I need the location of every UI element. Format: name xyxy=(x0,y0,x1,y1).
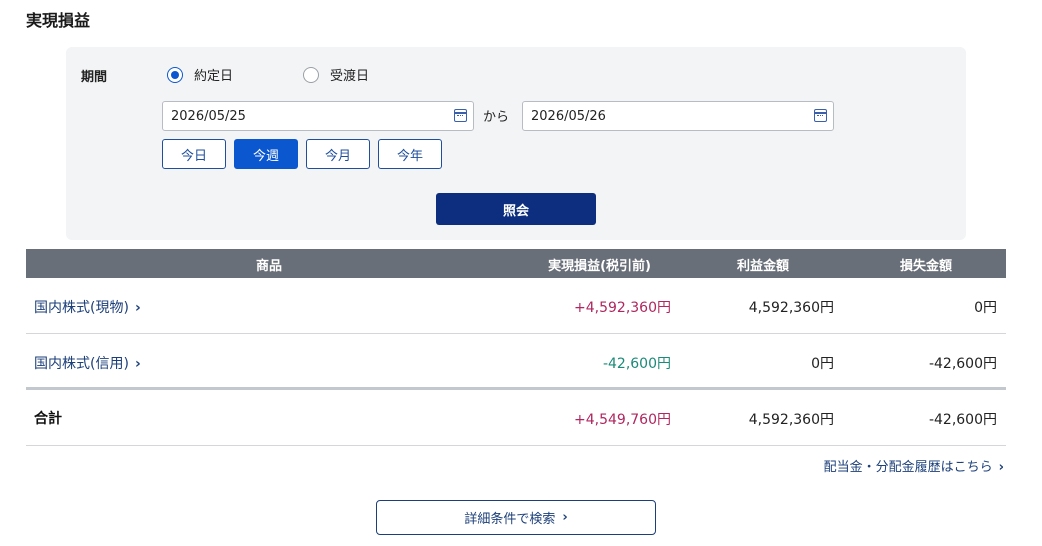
chevron-right-icon: › xyxy=(134,300,141,316)
realized-value: -42,600円 xyxy=(602,356,671,372)
date-separator: から xyxy=(483,110,510,125)
dividend-history-link[interactable]: 配当金・分配金履歴はこちら › xyxy=(824,456,1004,475)
header-realized: 実現損益(税引前) xyxy=(548,259,651,274)
radio-trade-date[interactable]: 約定日 xyxy=(167,65,233,84)
chevron-right-icon: › xyxy=(562,510,568,525)
profit-value: 0円 xyxy=(811,356,834,372)
table-row: 国内株式(信用) › -42,600円 0円 -42,600円 xyxy=(26,334,1006,390)
realized-value: +4,592,360円 xyxy=(574,300,671,316)
date-from-input[interactable]: 2026/05/25 xyxy=(162,101,474,131)
calendar-icon[interactable] xyxy=(454,109,467,122)
product-link-margin[interactable]: 国内株式(信用) › xyxy=(34,353,141,373)
radio-checked-icon[interactable] xyxy=(167,66,183,83)
date-from-value: 2026/05/25 xyxy=(171,108,246,124)
total-loss-value: -42,600円 xyxy=(928,412,997,428)
product-name: 国内株式(現物) xyxy=(34,300,129,316)
period-label: 期間 xyxy=(81,70,108,85)
inquiry-button[interactable]: 照会 xyxy=(436,193,596,225)
radio-settlement-date[interactable]: 受渡日 xyxy=(303,65,369,84)
detail-search-button[interactable]: 詳細条件で検索 › xyxy=(376,500,656,535)
product-link-cash[interactable]: 国内株式(現物) › xyxy=(34,297,141,317)
total-realized-value: +4,549,760円 xyxy=(574,412,671,428)
date-to-value: 2026/05/26 xyxy=(531,108,606,124)
radio-unchecked-icon[interactable] xyxy=(303,66,319,83)
quick-this-week-button[interactable]: 今週 xyxy=(234,139,298,169)
quick-this-year-button[interactable]: 今年 xyxy=(378,139,442,169)
header-loss: 損失金額 xyxy=(899,259,952,274)
table-header: 商品 実現損益(税引前) 利益金額 損失金額 xyxy=(26,249,1006,278)
table-row: 国内株式(現物) › +4,592,360円 4,592,360円 0円 xyxy=(26,278,1006,334)
calendar-icon[interactable] xyxy=(814,109,827,122)
quick-today-button[interactable]: 今日 xyxy=(162,139,226,169)
header-profit: 利益金額 xyxy=(736,259,789,274)
radio-settlement-date-label: 受渡日 xyxy=(330,69,370,84)
page-title: 実現損益 xyxy=(26,11,91,30)
total-profit-value: 4,592,360円 xyxy=(748,412,834,428)
dividend-history-label: 配当金・分配金履歴はこちら xyxy=(823,460,993,475)
date-to-input[interactable]: 2026/05/26 xyxy=(522,101,834,131)
chevron-right-icon: › xyxy=(134,356,141,372)
chevron-right-icon: › xyxy=(998,460,1004,475)
realized-pnl-table: 商品 実現損益(税引前) 利益金額 損失金額 国内株式(現物) › +4,592,… xyxy=(26,249,1006,446)
loss-value: 0円 xyxy=(974,300,997,316)
radio-trade-date-label: 約定日 xyxy=(194,69,234,84)
header-product: 商品 xyxy=(256,259,283,274)
product-name: 国内株式(信用) xyxy=(34,356,129,372)
total-row: 合計 +4,549,760円 4,592,360円 -42,600円 xyxy=(26,390,1006,446)
detail-search-label: 詳細条件で検索 xyxy=(464,512,556,527)
filter-panel: 期間 約定日 受渡日 2026/05/25 から 2026/05/26 今日 今… xyxy=(66,47,966,240)
quick-this-month-button[interactable]: 今月 xyxy=(306,139,370,169)
loss-value: -42,600円 xyxy=(928,356,997,372)
profit-value: 4,592,360円 xyxy=(748,300,834,316)
total-label: 合計 xyxy=(34,411,62,427)
